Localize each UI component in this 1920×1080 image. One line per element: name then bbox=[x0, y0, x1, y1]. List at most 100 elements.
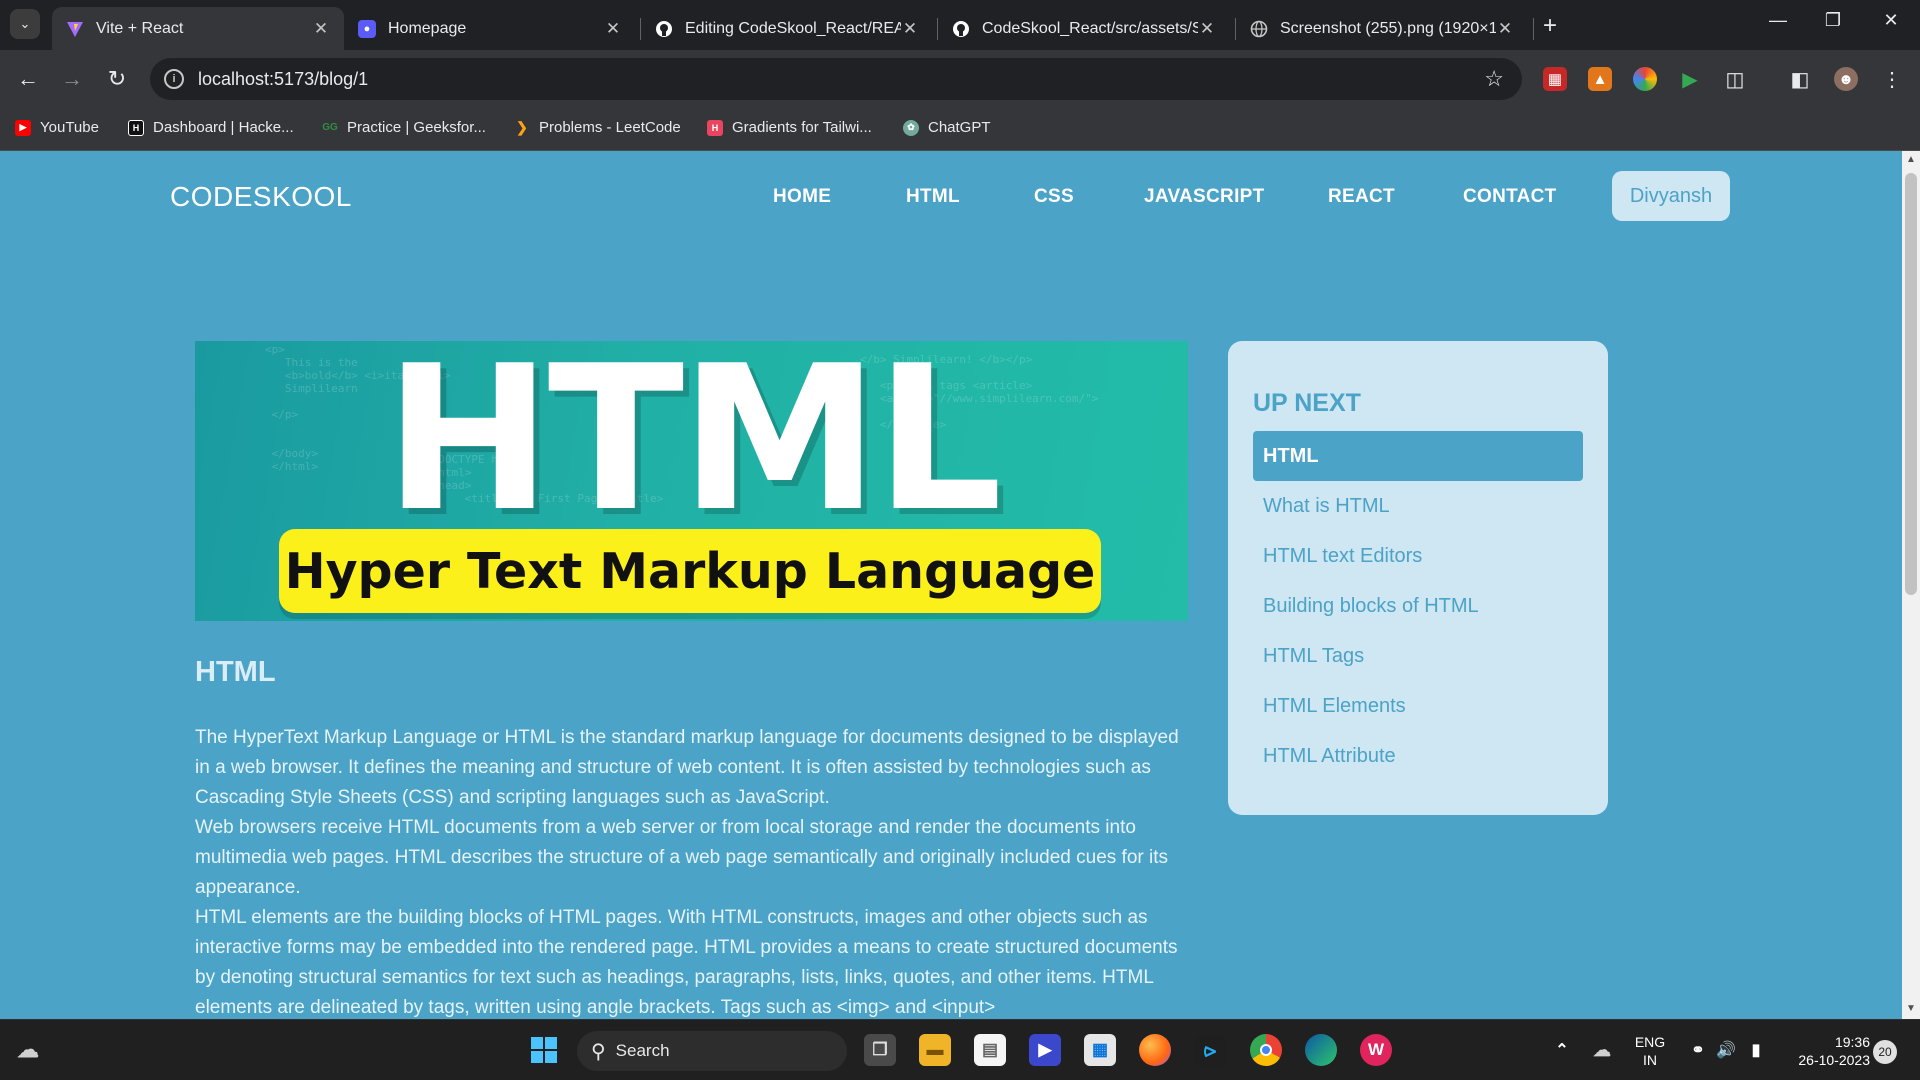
close-tab-icon[interactable]: ✕ bbox=[1198, 19, 1216, 39]
article-paragraph: HTML elements are the building blocks of… bbox=[195, 907, 1178, 1018]
scrollbar-thumb[interactable] bbox=[1905, 173, 1917, 595]
close-tab-icon[interactable]: ✕ bbox=[1496, 19, 1514, 39]
bookmark-label: Gradients for Tailwi... bbox=[732, 119, 872, 136]
address-bar[interactable]: i localhost:5173/blog/1 ☆ bbox=[150, 58, 1522, 100]
tray-chevron-up-icon[interactable]: ⌃ bbox=[1546, 1034, 1578, 1066]
back-arrow-icon[interactable]: ← bbox=[13, 64, 43, 94]
nav-home[interactable]: HOME bbox=[773, 186, 831, 208]
up-next-item-html[interactable]: HTML bbox=[1253, 431, 1583, 481]
tab-editing-readme[interactable]: Editing CodeSkool_React/READ ✕ bbox=[641, 7, 933, 50]
banner-headline: HTML bbox=[384, 341, 1002, 556]
bookmark-chatgpt[interactable]: ✿ ChatGPT bbox=[903, 119, 991, 136]
bookmark-hackerrank[interactable]: H Dashboard | Hacke... bbox=[128, 119, 294, 136]
new-tab-icon[interactable]: + bbox=[1543, 12, 1557, 40]
banner-tagline-pill: Hyper Text Markup Language bbox=[279, 529, 1101, 613]
bookmark-geeksforgeeks[interactable]: GG Practice | Geeksfor... bbox=[322, 119, 486, 136]
minimize-icon[interactable]: — bbox=[1758, 10, 1798, 31]
scroll-down-arrow-icon[interactable]: ▼ bbox=[1906, 1003, 1916, 1014]
bookmark-leetcode[interactable]: ❯ Problems - LeetCode bbox=[514, 119, 681, 136]
edge-icon[interactable] bbox=[1305, 1034, 1337, 1066]
search-icon: ⚲ bbox=[591, 1040, 606, 1063]
nav-react[interactable]: REACT bbox=[1328, 186, 1395, 208]
nav-javascript[interactable]: JAVASCRIPT bbox=[1144, 186, 1265, 208]
firefox-icon[interactable] bbox=[1139, 1034, 1171, 1066]
edge-dev-icon[interactable]: ▶ bbox=[1029, 1034, 1061, 1066]
up-next-item-what-is-html[interactable]: What is HTML bbox=[1253, 481, 1583, 531]
tab-homepage[interactable]: ● Homepage ✕ bbox=[344, 7, 636, 50]
taskbar-search[interactable]: ⚲ Search bbox=[577, 1031, 847, 1071]
vscode-icon[interactable]: ⪧ bbox=[1194, 1034, 1226, 1066]
onedrive-icon[interactable]: ☁ bbox=[1586, 1034, 1618, 1066]
reload-icon[interactable]: ↻ bbox=[102, 64, 132, 94]
nav-css[interactable]: CSS bbox=[1034, 186, 1074, 208]
microsoft-store-icon[interactable]: ▦ bbox=[1084, 1034, 1116, 1066]
weather-icon[interactable]: ☁ bbox=[12, 1034, 44, 1066]
tab-assets[interactable]: CodeSkool_React/src/assets/Sc ✕ bbox=[938, 7, 1230, 50]
article-paragraph: The HyperText Markup Language or HTML is… bbox=[195, 727, 1179, 808]
site-info-icon[interactable]: i bbox=[164, 69, 184, 89]
up-next-heading: UP NEXT bbox=[1253, 389, 1361, 417]
nav-html[interactable]: HTML bbox=[906, 186, 960, 208]
bookmark-label: Practice | Geeksfor... bbox=[347, 119, 486, 136]
notification-badge[interactable]: 20 bbox=[1873, 1040, 1897, 1064]
page-scrollbar[interactable]: ▲ ▼ bbox=[1902, 151, 1920, 1019]
up-next-item-attribute[interactable]: HTML Attribute bbox=[1253, 731, 1583, 781]
chatgpt-icon: ✿ bbox=[903, 119, 919, 136]
url-text[interactable]: localhost:5173/blog/1 bbox=[198, 69, 1484, 90]
article-title: HTML bbox=[195, 656, 276, 688]
clock-date: 26-10-2023 bbox=[1798, 1052, 1870, 1068]
tab-title: Homepage bbox=[388, 19, 467, 37]
extensions-puzzle-icon[interactable]: ◫ bbox=[1723, 67, 1747, 91]
up-next-item-elements[interactable]: HTML Elements bbox=[1253, 681, 1583, 731]
user-button[interactable]: Divyansh bbox=[1612, 171, 1730, 221]
play-extension-icon[interactable]: ▶ bbox=[1678, 67, 1702, 91]
nav-contact[interactable]: CONTACT bbox=[1463, 186, 1557, 208]
notepad-icon[interactable]: ▤ bbox=[974, 1034, 1006, 1066]
tab-title: CodeSkool_React/src/assets/Sc bbox=[982, 19, 1198, 37]
volume-icon[interactable]: 🔊 bbox=[1710, 1034, 1742, 1066]
article-body: The HyperText Markup Language or HTML is… bbox=[195, 723, 1195, 1019]
up-next-item-building-blocks[interactable]: Building blocks of HTML bbox=[1253, 581, 1583, 631]
up-next-item-text-editors[interactable]: HTML text Editors bbox=[1253, 531, 1583, 581]
wps-office-icon[interactable]: W bbox=[1360, 1034, 1392, 1066]
tab-vite-react[interactable]: Vite + React ✕ bbox=[52, 7, 344, 50]
close-tab-icon[interactable]: ✕ bbox=[604, 19, 622, 39]
chrome-icon[interactable] bbox=[1250, 1034, 1282, 1066]
bookmark-label: Dashboard | Hacke... bbox=[153, 119, 294, 136]
restore-icon[interactable]: ❐ bbox=[1813, 10, 1853, 31]
bookmark-youtube[interactable]: ▶ YouTube bbox=[15, 119, 99, 136]
window-close-icon[interactable]: ✕ bbox=[1871, 10, 1911, 31]
side-panel-icon[interactable]: ◧ bbox=[1788, 67, 1812, 91]
bookmark-star-icon[interactable]: ☆ bbox=[1484, 66, 1504, 92]
github-icon bbox=[655, 20, 673, 38]
tab-screenshot[interactable]: Screenshot (255).png (1920×10 ✕ bbox=[1236, 7, 1528, 50]
forward-arrow-icon[interactable]: → bbox=[57, 64, 87, 94]
tab-separator bbox=[1533, 18, 1534, 40]
bookmarks-bar: ▶ YouTube H Dashboard | Hacke... GG Prac… bbox=[0, 108, 1920, 151]
task-view-icon[interactable]: ❐ bbox=[864, 1034, 896, 1066]
up-next-item-tags[interactable]: HTML Tags bbox=[1253, 631, 1583, 681]
clock[interactable]: 19:36 26-10-2023 bbox=[1778, 1033, 1870, 1069]
battery-icon[interactable]: ▮ bbox=[1740, 1034, 1772, 1066]
profile-avatar[interactable]: ☻ bbox=[1834, 67, 1858, 91]
leetcode-icon: ❯ bbox=[516, 119, 528, 135]
clock-time: 19:36 bbox=[1834, 1034, 1870, 1050]
windows-start-icon[interactable] bbox=[528, 1034, 560, 1066]
site-logo[interactable]: CODESKOOL bbox=[170, 181, 352, 213]
extension-red-icon[interactable]: ▦ bbox=[1543, 67, 1567, 91]
metamask-icon[interactable]: ▲ bbox=[1588, 67, 1612, 91]
menu-kebab-icon[interactable]: ⋮ bbox=[1880, 67, 1904, 91]
language-indicator[interactable]: ENG IN bbox=[1630, 1033, 1670, 1069]
scroll-up-arrow-icon[interactable]: ▲ bbox=[1906, 154, 1916, 165]
tab-search-chevron-icon[interactable]: ⌄ bbox=[10, 9, 40, 39]
file-explorer-icon[interactable]: ▬ bbox=[919, 1034, 951, 1066]
banner-tagline: Hyper Text Markup Language bbox=[284, 542, 1096, 600]
close-tab-icon[interactable]: ✕ bbox=[901, 19, 919, 39]
globe-icon bbox=[1250, 20, 1268, 38]
vite-icon bbox=[66, 20, 84, 38]
close-tab-icon[interactable]: ✕ bbox=[312, 19, 330, 39]
color-picker-icon[interactable] bbox=[1633, 67, 1657, 91]
bookmark-gradients[interactable]: H Gradients for Tailwi... bbox=[707, 119, 872, 136]
banner-image: <p> This is the <b>bold</b> <i>italic</i… bbox=[195, 341, 1188, 621]
page-viewport: CODESKOOL HOME HTML CSS JAVASCRIPT REACT… bbox=[0, 151, 1902, 1019]
